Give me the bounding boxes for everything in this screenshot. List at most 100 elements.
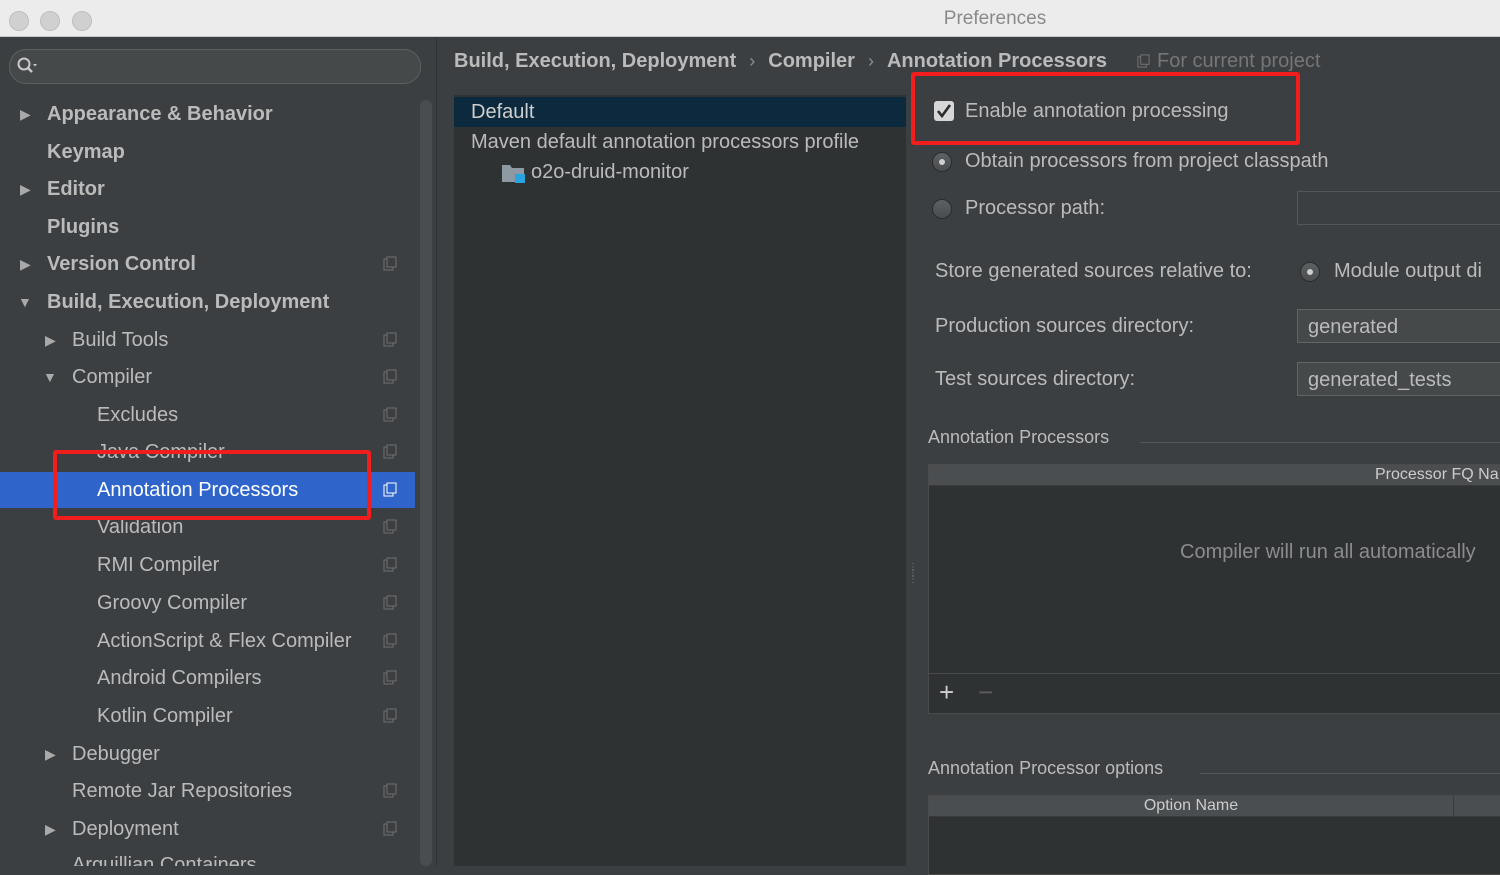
toolbar-divider bbox=[929, 673, 1500, 674]
project-settings-icon bbox=[383, 670, 397, 685]
checkmark-icon bbox=[936, 104, 952, 119]
sidebar-item-arquillian-containers[interactable]: Arquillian Containers bbox=[0, 847, 415, 866]
profile-item-maven[interactable]: Maven default annotation processors prof… bbox=[454, 127, 906, 157]
remove-processor-button[interactable]: − bbox=[978, 677, 993, 708]
breadcrumb-separator: › bbox=[867, 51, 874, 71]
profile-label: Default bbox=[471, 101, 535, 123]
processors-empty-text: Compiler will run all automatically bbox=[1180, 541, 1476, 563]
sidebar-item-label: Editor bbox=[47, 178, 105, 200]
options-table[interactable]: Option Name bbox=[928, 795, 1500, 875]
module-output-label[interactable]: Module output di bbox=[1334, 260, 1482, 283]
project-settings-icon bbox=[383, 332, 397, 347]
sidebar-item-kotlin-compiler[interactable]: Kotlin Compiler bbox=[0, 698, 415, 734]
processors-table[interactable]: Processor FQ Na Compiler will run all au… bbox=[928, 464, 1500, 714]
scope-label: For current project bbox=[1137, 50, 1320, 72]
sidebar-item-label: Plugins bbox=[47, 216, 120, 238]
window-title: Preferences bbox=[943, 8, 1047, 29]
sidebar-item-excludes[interactable]: Excludes bbox=[0, 397, 415, 433]
project-scope-icon bbox=[1137, 54, 1150, 68]
project-settings-icon bbox=[383, 633, 397, 648]
scope-text: For current project bbox=[1157, 50, 1321, 72]
project-settings-icon bbox=[383, 821, 397, 836]
processors-section-title: Annotation Processors bbox=[928, 427, 1110, 447]
module-item[interactable]: o2o-druid-monitor bbox=[454, 157, 906, 187]
expand-arrow-icon[interactable]: ▶ bbox=[20, 96, 31, 132]
breadcrumb-item: Annotation Processors bbox=[886, 50, 1107, 72]
breadcrumb: Build, Execution, Deployment › Compiler › An… bbox=[454, 50, 1320, 73]
sidebar-item-label: Build, Execution, Deployment bbox=[47, 291, 330, 313]
module-folder-icon bbox=[502, 165, 525, 183]
expand-arrow-icon[interactable]: ▶ bbox=[20, 171, 31, 207]
breadcrumb-separator: › bbox=[749, 51, 756, 71]
expand-arrow-icon[interactable]: ▶ bbox=[45, 322, 56, 358]
module-label: o2o-druid-monitor bbox=[531, 161, 689, 183]
sidebar-item-rmi-compiler[interactable]: RMI Compiler bbox=[0, 547, 415, 583]
sidebar-item-label: ActionScript & Flex Compiler bbox=[97, 630, 352, 652]
breadcrumb-item[interactable]: Compiler bbox=[768, 50, 855, 72]
test-dir-label: Test sources directory: bbox=[935, 368, 1136, 390]
project-settings-icon bbox=[383, 369, 397, 384]
sidebar-scrollbar[interactable] bbox=[420, 100, 432, 866]
production-dir-field[interactable]: generated bbox=[1297, 309, 1500, 343]
sidebar-item-deployment[interactable]: ▶ Deployment bbox=[0, 811, 415, 847]
sidebar-item-remote-jar-repositories[interactable]: Remote Jar Repositories bbox=[0, 773, 415, 809]
sidebar-item-keymap[interactable]: Keymap bbox=[0, 134, 415, 170]
sidebar-item-label: Kotlin Compiler bbox=[97, 705, 233, 727]
splitter-handle[interactable]: ⋮ ⋮ ⋮ bbox=[908, 563, 918, 591]
sidebar-item-label: Version Control bbox=[47, 253, 196, 275]
enable-annotation-label[interactable]: Enable annotation processing bbox=[965, 100, 1229, 123]
sidebar-item-build-execution-deployment[interactable]: ▼ Build, Execution, Deployment bbox=[0, 284, 415, 320]
sidebar-item-version-control[interactable]: ▶ Version Control bbox=[0, 246, 415, 282]
column-header-processor-fq-name[interactable]: Processor FQ Na bbox=[1375, 465, 1499, 485]
project-settings-icon bbox=[383, 482, 397, 497]
profile-item-default[interactable]: Default bbox=[454, 97, 906, 127]
sidebar-item-appearance[interactable]: ▶ Appearance & Behavior bbox=[0, 96, 415, 132]
title-bar: Preferences bbox=[0, 0, 1500, 37]
sidebar-item-label: Android Compilers bbox=[97, 667, 262, 689]
collapse-arrow-icon[interactable]: ▼ bbox=[43, 359, 57, 395]
sidebar-item-compiler[interactable]: ▼ Compiler bbox=[0, 359, 415, 395]
sidebar-item-debugger[interactable]: ▶ Debugger bbox=[0, 736, 415, 772]
settings-sidebar: ▶ Appearance & Behavior Keymap ▶ Editor … bbox=[0, 37, 436, 866]
search-input[interactable] bbox=[46, 54, 410, 80]
processor-path-label[interactable]: Processor path: bbox=[965, 197, 1105, 220]
enable-annotation-checkbox[interactable] bbox=[934, 101, 954, 121]
options-table-header[interactable]: Option Name bbox=[929, 796, 1500, 817]
collapse-arrow-icon[interactable]: ▼ bbox=[18, 284, 32, 320]
project-settings-icon bbox=[383, 595, 397, 610]
sidebar-item-groovy-compiler[interactable]: Groovy Compiler bbox=[0, 585, 415, 621]
sidebar-item-label: Remote Jar Repositories bbox=[72, 780, 293, 802]
project-settings-icon bbox=[383, 519, 397, 534]
obtain-classpath-label[interactable]: Obtain processors from project classpath bbox=[965, 150, 1329, 173]
processors-table-header[interactable]: Processor FQ Na bbox=[929, 465, 1500, 486]
sidebar-item-label: RMI Compiler bbox=[97, 554, 220, 576]
panel-divider[interactable] bbox=[436, 37, 455, 866]
project-settings-icon bbox=[383, 407, 397, 422]
sidebar-item-label: Excludes bbox=[97, 404, 179, 426]
search-field[interactable] bbox=[9, 49, 421, 84]
module-output-radio[interactable] bbox=[1300, 262, 1320, 282]
expand-arrow-icon[interactable]: ▶ bbox=[45, 736, 56, 772]
sidebar-item-build-tools[interactable]: ▶ Build Tools bbox=[0, 322, 415, 358]
sidebar-item-label: Deployment bbox=[72, 818, 179, 840]
sidebar-item-label: Appearance & Behavior bbox=[47, 103, 273, 125]
sidebar-item-editor[interactable]: ▶ Editor bbox=[0, 171, 415, 207]
project-settings-icon bbox=[383, 444, 397, 459]
section-separator bbox=[1200, 773, 1500, 774]
expand-arrow-icon[interactable]: ▶ bbox=[45, 811, 56, 847]
sidebar-item-android-compilers[interactable]: Android Compilers bbox=[0, 660, 415, 696]
processor-path-radio[interactable] bbox=[932, 199, 952, 219]
sidebar-item-label: Arquillian Containers bbox=[72, 854, 257, 866]
highlight-box-sidebar bbox=[53, 450, 371, 520]
sidebar-item-plugins[interactable]: Plugins bbox=[0, 209, 415, 245]
sidebar-item-actionscript-flex-compiler[interactable]: ActionScript & Flex Compiler bbox=[0, 623, 415, 659]
column-header-option-name[interactable]: Option Name bbox=[929, 796, 1454, 816]
test-dir-field[interactable]: generated_tests bbox=[1297, 362, 1500, 396]
processor-path-field[interactable] bbox=[1297, 191, 1500, 225]
add-processor-button[interactable]: + bbox=[939, 677, 954, 708]
expand-arrow-icon[interactable]: ▶ bbox=[20, 246, 31, 282]
sidebar-item-label: Build Tools bbox=[72, 329, 169, 351]
obtain-classpath-radio[interactable] bbox=[932, 152, 952, 172]
sidebar-item-label: Keymap bbox=[47, 141, 125, 163]
breadcrumb-item[interactable]: Build, Execution, Deployment bbox=[454, 50, 736, 72]
